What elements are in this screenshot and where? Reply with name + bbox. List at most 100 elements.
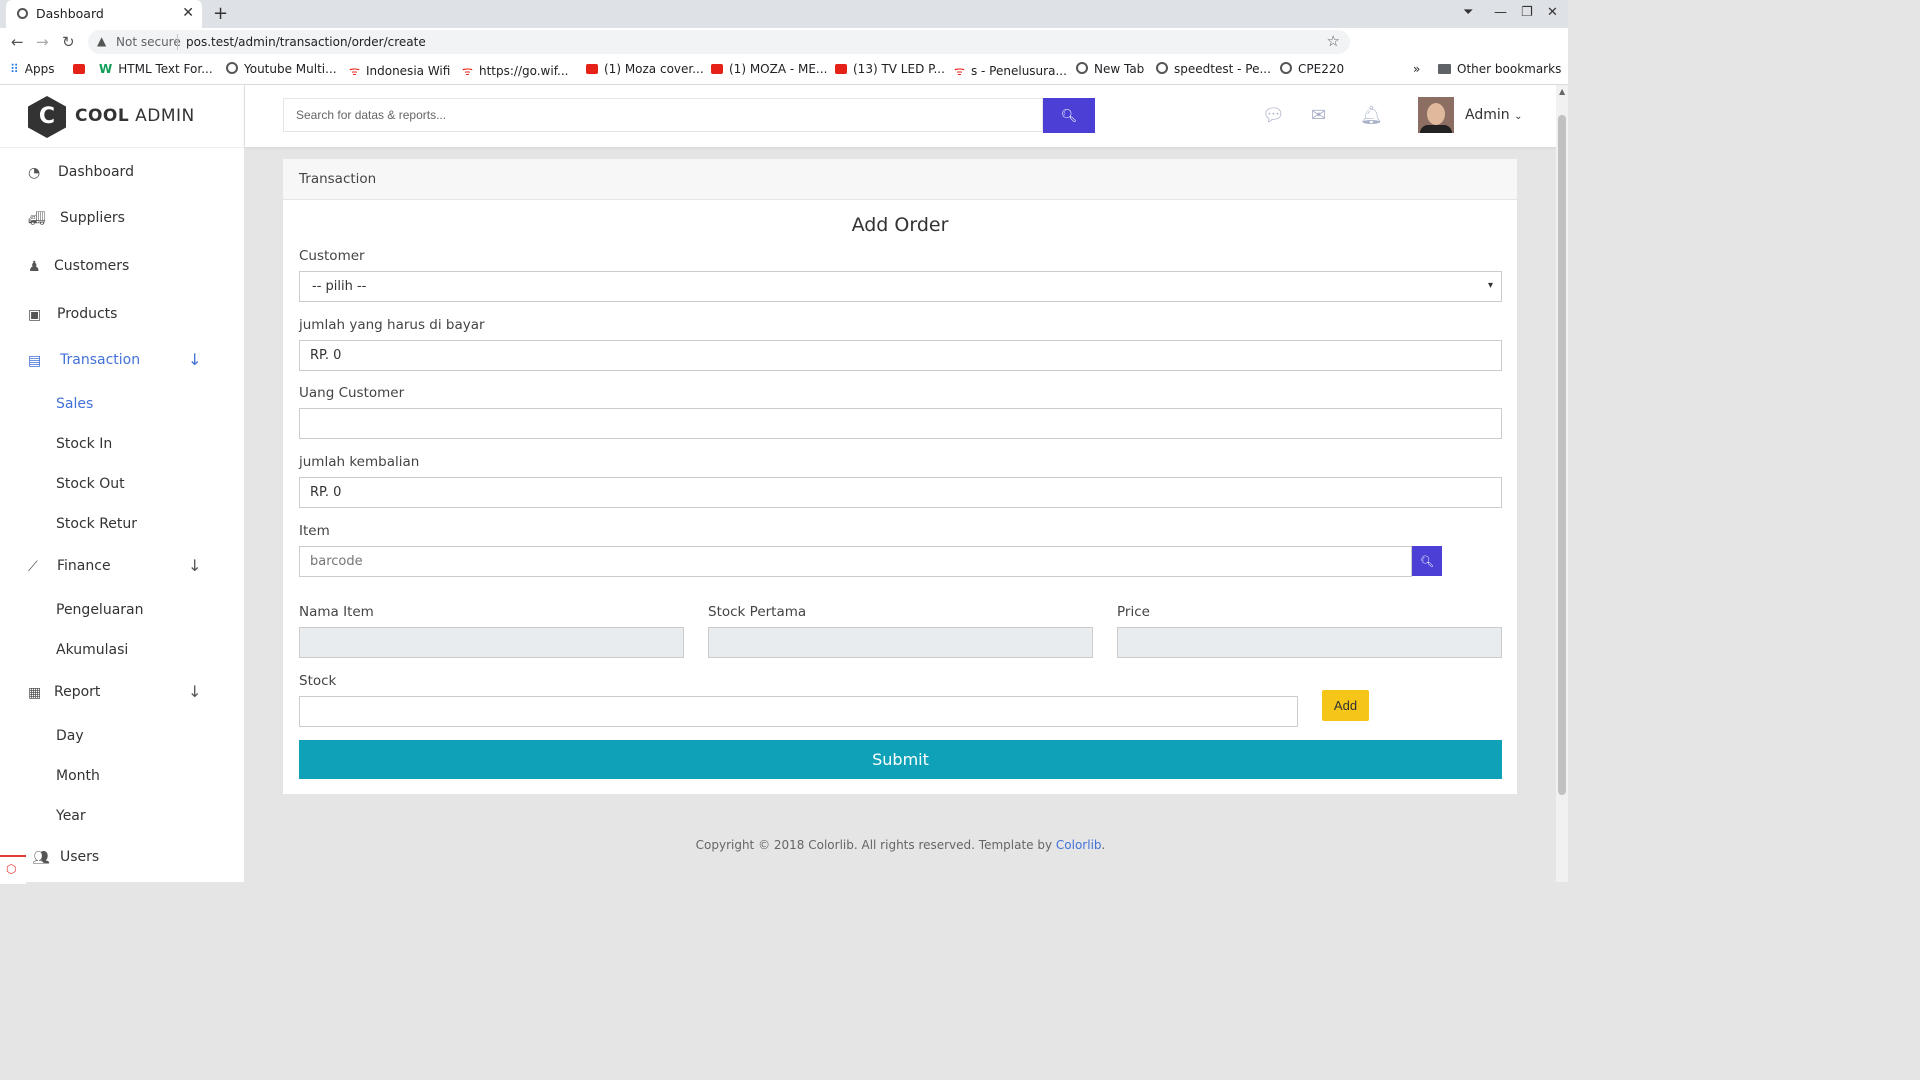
youtube-icon — [711, 64, 723, 74]
search-button[interactable]: 🔍︎ — [1043, 98, 1095, 133]
bookmark-cpe220[interactable]: CPE220 — [1280, 62, 1344, 76]
bookmark-penelusuran[interactable]: ᯤs - Penelusura... — [954, 62, 1067, 79]
laravel-icon: ⬡ — [6, 862, 17, 876]
reload-icon[interactable]: ↻ — [62, 33, 75, 51]
sidebar-sub-stock-out[interactable]: Stock Out — [56, 476, 125, 492]
bookmark-tv-led[interactable]: (13) TV LED P... — [835, 62, 945, 76]
chat-icon[interactable]: 💬︎ — [1262, 105, 1285, 126]
sidebar-sub-akumulasi[interactable]: Akumulasi — [56, 642, 128, 658]
sidebar-item-label: Users — [60, 849, 100, 865]
sidebar-item-label: Dashboard — [58, 164, 134, 180]
restore-icon[interactable]: ❐ — [1521, 5, 1533, 20]
back-icon[interactable]: ← — [11, 33, 24, 51]
colorlib-link[interactable]: Colorlib — [1056, 838, 1102, 852]
omnibox[interactable]: ▲ Not secure pos.test/admin/transaction/… — [88, 30, 1350, 54]
sidebar-sub-stock-retur[interactable]: Stock Retur — [56, 516, 137, 532]
bookmark-moza-me[interactable]: (1) MOZA - ME... — [711, 62, 827, 76]
browser-tab[interactable]: Dashboard ✕ — [6, 0, 202, 28]
mail-icon[interactable]: ✉ — [1311, 105, 1326, 126]
bookmark-star-icon[interactable]: ☆ — [1327, 32, 1340, 50]
bookmark-moza-cover[interactable]: (1) Moza cover... — [586, 62, 704, 76]
wifi-icon: ᯤ — [462, 64, 473, 78]
sidebar-item-report[interactable]: ▦ Report ↓ — [0, 679, 244, 709]
bookmark-html-text[interactable]: W HTML Text For... — [99, 62, 213, 76]
globe-icon — [17, 8, 28, 19]
bookmarks-overflow-icon[interactable]: » — [1413, 62, 1420, 76]
truck-icon: 🚚︎ — [28, 211, 46, 227]
new-tab-icon[interactable]: + — [213, 3, 228, 24]
sidebar-sub-year[interactable]: Year — [56, 808, 86, 824]
sidebar-sub-day[interactable]: Day — [56, 728, 84, 744]
url-text[interactable]: pos.test/admin/transaction/order/create — [186, 35, 426, 49]
cash-field[interactable] — [299, 408, 1502, 439]
sidebar-sub-sales[interactable]: Sales — [56, 396, 93, 412]
arrow-down-icon: ↓ — [188, 682, 202, 701]
logo-text: COOL ADMIN — [75, 106, 195, 126]
app-logo[interactable]: C COOL ADMIN — [0, 85, 244, 148]
item-name-label: Nama Item — [299, 604, 374, 620]
sidebar-item-finance[interactable]: ⟋ Finance ↓ — [0, 553, 244, 583]
bookmark-go-wifi[interactable]: ᯤ https://go.wif... — [462, 62, 569, 79]
top-header: 🔍︎ 💬︎ ✉ 🔔︎ Admin ⌄ — [245, 85, 1556, 147]
user-menu[interactable]: Admin ⌄ — [1465, 107, 1522, 123]
bookmark-new-tab[interactable]: New Tab — [1076, 62, 1144, 76]
bookmarks-bar: ⠿ Apps W HTML Text For... Youtube Multi...… — [0, 56, 1568, 85]
debugbar-toggle[interactable]: ⬡ — [0, 855, 26, 884]
sidebar-item-label: Suppliers — [60, 210, 125, 226]
footer-text: Copyright © 2018 Colorlib. All rights re… — [695, 838, 1056, 852]
submit-button[interactable]: Submit — [299, 740, 1502, 779]
forward-icon[interactable]: → — [36, 33, 49, 51]
search-icon: 🔍︎ — [1060, 107, 1078, 123]
card-header: Transaction — [283, 159, 1517, 200]
sidebar-item-products[interactable]: ▣ Products — [0, 301, 244, 331]
stock-field[interactable] — [299, 696, 1298, 727]
sidebar-item-suppliers[interactable]: 🚚︎ Suppliers — [0, 205, 244, 235]
sidebar-item-transaction[interactable]: ▤ Transaction ↓ — [0, 347, 244, 377]
minimize-icon[interactable]: — — [1494, 5, 1507, 20]
logo-hexagon-icon: C — [28, 96, 66, 138]
warning-icon: ▲ — [97, 34, 107, 48]
bell-icon[interactable]: 🔔︎ — [1360, 105, 1383, 126]
change-label: jumlah kembalian — [299, 454, 420, 470]
sidebar-item-dashboard[interactable]: ◔ Dashboard — [0, 159, 244, 189]
omnibox-divider — [177, 34, 178, 50]
add-button[interactable]: Add — [1322, 690, 1369, 721]
sidebar-item-label: Report — [54, 684, 101, 700]
bookmark-apps[interactable]: ⠿ Apps — [10, 62, 55, 76]
other-bookmarks[interactable]: Other bookmarks — [1438, 62, 1561, 76]
customer-label: Customer — [299, 248, 365, 264]
item-search-button[interactable]: 🔍︎ — [1412, 546, 1442, 576]
bookmark-speedtest[interactable]: speedtest - Pe... — [1156, 62, 1271, 76]
not-secure-label: Not secure — [116, 35, 181, 49]
sidebar-item-customers[interactable]: ♟ Customers — [0, 253, 244, 283]
sidebar-sub-stock-in[interactable]: Stock In — [56, 436, 112, 452]
sidebar-sub-month[interactable]: Month — [56, 768, 100, 784]
sidebar-sub-pengeluaran[interactable]: Pengeluaran — [56, 602, 143, 618]
tab-title: Dashboard — [36, 6, 104, 21]
close-window-icon[interactable]: ✕ — [1547, 5, 1558, 20]
customer-select[interactable]: -- pilih -- — [299, 271, 1502, 302]
arrow-down-icon: ↓ — [188, 350, 202, 369]
scrollbar-thumb[interactable] — [1558, 115, 1566, 795]
price-field — [1117, 627, 1502, 658]
change-field[interactable] — [299, 477, 1502, 508]
scroll-up-icon[interactable]: ▲ — [1559, 87, 1565, 96]
folder-icon — [1438, 64, 1451, 74]
bookmark-indonesia-wifi[interactable]: ᯤ Indonesia Wifi — [349, 62, 450, 79]
tab-search-icon[interactable]: ⏷ — [1463, 5, 1473, 20]
barcode-input[interactable] — [299, 546, 1412, 577]
bookmark-youtube-multi[interactable]: Youtube Multi... — [226, 62, 337, 76]
scrollbar[interactable]: ▲ — [1556, 85, 1568, 882]
wifi-icon: ᯤ — [349, 64, 360, 78]
bookmark-youtube-1[interactable] — [73, 62, 91, 76]
price-label: Price — [1117, 604, 1150, 620]
search-input[interactable] — [283, 98, 1043, 132]
w-icon: W — [99, 62, 113, 76]
avatar[interactable] — [1418, 97, 1454, 133]
total-field[interactable] — [299, 340, 1502, 371]
globe-icon — [226, 62, 238, 74]
clipboard-icon: ▦ — [28, 685, 42, 701]
wifi-icon: ᯤ — [954, 64, 965, 78]
close-tab-icon[interactable]: ✕ — [182, 5, 194, 21]
sidebar-item-users[interactable]: 👥︎ Users — [0, 844, 244, 874]
